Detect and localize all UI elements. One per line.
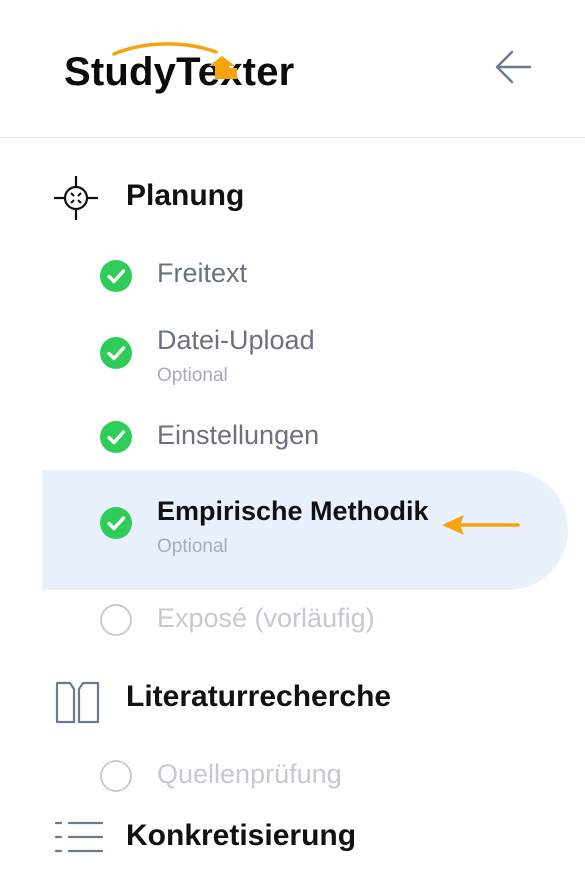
empty-circle-icon: [100, 604, 132, 636]
step-einstellungen[interactable]: Einstellungen: [0, 418, 585, 458]
check-circle-icon: [100, 337, 132, 369]
section-title-planung[interactable]: Planung: [126, 179, 244, 213]
back-arrow-icon[interactable]: [492, 46, 534, 88]
section-title-konkretisierung[interactable]: Konkretisierung: [126, 819, 356, 853]
step-datei-upload[interactable]: Datei-Upload Optional: [0, 323, 585, 389]
sidebar-header: StudyTexter: [0, 0, 585, 138]
step-label: Quellenprüfung: [157, 759, 342, 789]
section-title-literaturrecherche[interactable]: Literaturrecherche: [126, 680, 391, 714]
step-optional-note: Optional: [157, 365, 228, 386]
step-optional-note: Optional: [157, 536, 228, 557]
pointer-arrow-icon: [442, 515, 520, 535]
check-circle-icon: [100, 421, 132, 453]
check-circle-icon: [100, 260, 132, 292]
step-quellenpruefung[interactable]: Quellenprüfung: [0, 757, 585, 797]
book-icon: [55, 681, 100, 724]
check-circle-icon: [100, 507, 132, 539]
step-label: Einstellungen: [157, 420, 320, 450]
step-label: Freitext: [157, 258, 248, 288]
empty-circle-icon: [100, 760, 132, 792]
step-label: Empirische Methodik: [157, 496, 429, 526]
step-label: Exposé (vorläufig): [157, 603, 375, 633]
crosshair-icon: [54, 176, 98, 220]
step-label: Datei-Upload: [157, 325, 315, 355]
list-icon: [54, 821, 104, 853]
step-expose[interactable]: Exposé (vorläufig): [0, 601, 585, 641]
step-freitext[interactable]: Freitext: [0, 256, 585, 296]
logo-arrow-icon: [112, 42, 237, 79]
